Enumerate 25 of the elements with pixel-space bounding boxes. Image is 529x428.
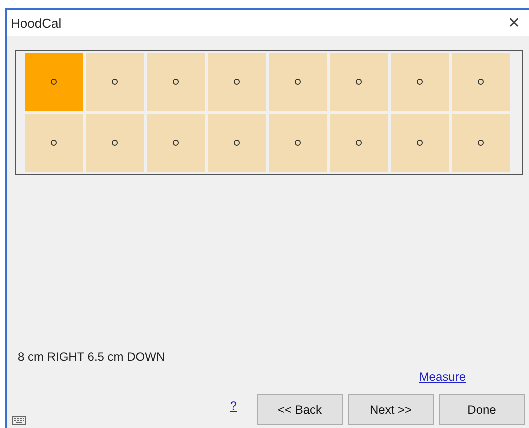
keyboard-icon[interactable] [12,416,26,425]
grid-cell[interactable] [330,53,388,111]
grid-cell[interactable] [330,114,388,172]
grid-cell[interactable] [86,114,144,172]
measure-link[interactable]: Measure [419,370,466,384]
grid-cell[interactable] [208,114,266,172]
nav-button[interactable]: << Back [257,394,343,425]
help-link[interactable]: ? [230,399,237,413]
grid-cell[interactable] [391,114,449,172]
instruction-text: 8 cm RIGHT 6.5 cm DOWN [18,350,166,364]
nav-button[interactable]: Done [439,394,525,425]
grid-cell[interactable] [452,53,510,111]
grid-cell[interactable] [86,53,144,111]
grid-cell[interactable] [147,114,205,172]
grid-cell[interactable] [269,53,327,111]
grid-cell[interactable] [391,53,449,111]
window-title: HoodCal [11,16,62,30]
close-button[interactable]: ✕ [508,14,521,32]
grid-cell[interactable] [147,53,205,111]
grid-cell[interactable] [208,53,266,111]
grid-cell[interactable] [25,53,83,111]
grid-cell[interactable] [269,114,327,172]
grid-cell[interactable] [25,114,83,172]
nav-button[interactable]: Next >> [348,394,434,425]
grid-cell[interactable] [452,114,510,172]
